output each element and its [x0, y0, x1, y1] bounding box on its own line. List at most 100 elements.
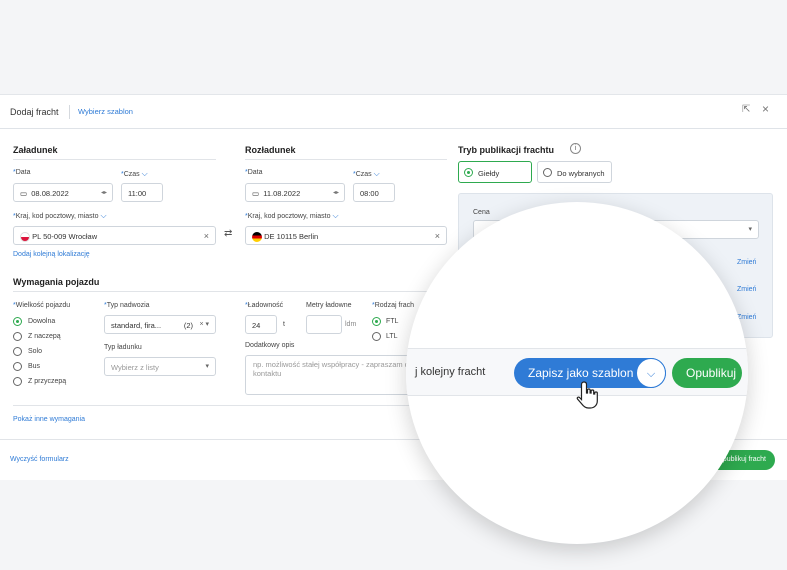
clear-icon[interactable]: ×: [204, 231, 209, 241]
expand-icon[interactable]: ⇱: [742, 104, 750, 115]
unloading-location-input[interactable]: DE 10115 Berlin ×: [245, 226, 447, 245]
publication-title: Tryb publikacji frachtu: [458, 145, 555, 155]
page-title: Dodaj fracht: [10, 107, 59, 117]
loading-time-value: 11:00: [128, 189, 147, 198]
vehicle-size-label: Wielkość pojazdu: [15, 302, 71, 309]
info-icon[interactable]: i: [570, 143, 581, 154]
unloading-date-label: Data: [247, 169, 263, 176]
clear-icon[interactable]: ×: [435, 231, 440, 241]
hand-cursor-icon: [576, 381, 598, 409]
loading-location-input[interactable]: PL 50-009 Wrocław ×: [13, 226, 216, 245]
unloading-location-label: Kraj, kod pocztowy, miasto: [247, 213, 331, 220]
unloading-location-value: DE 10115 Berlin: [264, 232, 319, 241]
loading-divider: [13, 159, 216, 160]
requirements-divider: [13, 405, 447, 406]
publish-label: Opublikuj: [686, 366, 737, 380]
vehicle-divider: [13, 291, 447, 292]
option-exchanges[interactable]: Giełdy: [458, 161, 532, 183]
chevron-down-icon[interactable]: ▾: [205, 362, 209, 370]
chevron-down-icon[interactable]: ⌵: [142, 169, 148, 178]
loading-date-input[interactable]: ▭ 08.08.2022 ◂▸: [13, 183, 113, 202]
cargo-type-placeholder: Wybierz z listy: [111, 363, 159, 372]
radio-size[interactable]: [13, 377, 22, 386]
size-option: Z naczepą: [28, 333, 61, 340]
radio-size[interactable]: [13, 347, 22, 356]
loading-location-value: PL 50-009 Wrocław: [32, 232, 98, 241]
unloading-date-value: 11.08.2022: [263, 189, 301, 198]
body-type-value: standard, fira...: [111, 321, 162, 330]
zoom-magnifier: j kolejny fracht Zapisz jako szablon ⌵ O…: [406, 202, 748, 544]
option-selected-label: Do wybranych: [557, 169, 605, 178]
capacity-input[interactable]: 24: [245, 315, 277, 334]
vehicle-title: Wymagania pojazdu: [13, 277, 100, 287]
loading-date-value: 08.08.2022: [31, 189, 69, 198]
body-type-label: Typ nadwozia: [106, 302, 150, 309]
size-option: Dowolna: [28, 318, 56, 325]
radio-exchanges[interactable]: [464, 168, 473, 177]
capacity-value: 24: [252, 321, 261, 330]
choose-template-link[interactable]: Wybierz szablon: [78, 107, 133, 116]
poland-flag-icon: [20, 232, 30, 243]
size-option: Z przyczepą: [28, 378, 67, 385]
capacity-unit: t: [283, 321, 285, 328]
radio-ftl[interactable]: [372, 317, 381, 326]
radio-size[interactable]: [13, 317, 22, 326]
change-link[interactable]: Zmień: [737, 259, 756, 266]
cargo-type-select[interactable]: Wybierz z listy ▾: [104, 357, 216, 376]
more-requirements-link[interactable]: Pokaż inne wymagania: [13, 416, 85, 423]
loading-time-input[interactable]: 11:00: [121, 183, 163, 202]
cargo-type-label: Typ ładunku: [104, 344, 142, 351]
ldm-unit: ldm: [345, 321, 357, 328]
size-option: Solo: [28, 348, 43, 355]
capacity-label: Ładowność: [247, 302, 284, 309]
date-stepper-icon[interactable]: ◂▸: [101, 189, 107, 196]
close-icon[interactable]: ×: [762, 102, 769, 116]
unloading-divider: [245, 159, 447, 160]
price-label: Cena: [473, 209, 490, 216]
option-exchanges-label: Giełdy: [478, 169, 500, 178]
header-divider: [69, 105, 70, 119]
chevron-down-icon[interactable]: ⌵: [636, 358, 666, 388]
body-type-count: (2): [183, 321, 193, 330]
ldm-input[interactable]: [306, 315, 342, 334]
calendar-icon: ▭: [252, 189, 260, 198]
swap-icon[interactable]: ⇄: [224, 228, 232, 239]
freight-kind-option: FTL: [386, 318, 399, 325]
publish-button[interactable]: Opublikuj: [672, 358, 742, 388]
unloading-time-input[interactable]: 08:00: [353, 183, 395, 202]
unloading-title: Rozładunek: [245, 145, 296, 155]
germany-flag-icon: [252, 232, 262, 243]
size-option: Bus: [28, 363, 41, 370]
radio-size[interactable]: [13, 332, 22, 341]
add-location-link[interactable]: Dodaj kolejną lokalizację: [13, 251, 90, 258]
loading-location-label: Kraj, kod pocztowy, miasto: [15, 213, 99, 220]
body-type-select[interactable]: standard, fira... (2) × ▾: [104, 315, 216, 334]
unloading-time-value: 08:00: [360, 189, 379, 198]
panel-header: Dodaj fracht Wybierz szablon ⇱ ×: [0, 95, 787, 129]
calendar-icon: ▭: [20, 189, 28, 198]
chevron-down-icon[interactable]: × ▾: [199, 320, 209, 328]
unloading-time-label: Czas: [355, 171, 372, 178]
chevron-down-icon[interactable]: ⌵: [374, 169, 380, 178]
chevron-down-icon[interactable]: ▾: [748, 225, 752, 233]
freight-kind-option: LTL: [386, 333, 398, 340]
loading-time-label: Czas: [123, 171, 140, 178]
unloading-date-input[interactable]: ▭ 11.08.2022 ◂▸: [245, 183, 345, 202]
option-selected[interactable]: Do wybranych: [537, 161, 612, 183]
change-link[interactable]: Zmień: [737, 314, 756, 321]
change-link[interactable]: Zmień: [737, 286, 756, 293]
loading-date-label: Data: [15, 169, 31, 176]
radio-size[interactable]: [13, 362, 22, 371]
clear-form-link[interactable]: Wyczyść formularz: [10, 456, 69, 463]
freight-kind-label: Rodzaj frach: [374, 302, 415, 309]
next-freight-label[interactable]: j kolejny fracht: [415, 366, 485, 378]
chevron-down-icon[interactable]: ⌵: [332, 211, 338, 220]
date-stepper-icon[interactable]: ◂▸: [333, 189, 339, 196]
radio-selected[interactable]: [543, 168, 552, 177]
chevron-down-icon[interactable]: ⌵: [100, 211, 106, 220]
radio-ltl[interactable]: [372, 332, 381, 341]
description-label: Dodatkowy opis: [245, 342, 295, 349]
ldm-label: Metry ładowne: [306, 302, 352, 309]
loading-title: Załadunek: [13, 145, 58, 155]
description-placeholder: np. możliwość stałej współpracy - zapras…: [253, 360, 414, 378]
